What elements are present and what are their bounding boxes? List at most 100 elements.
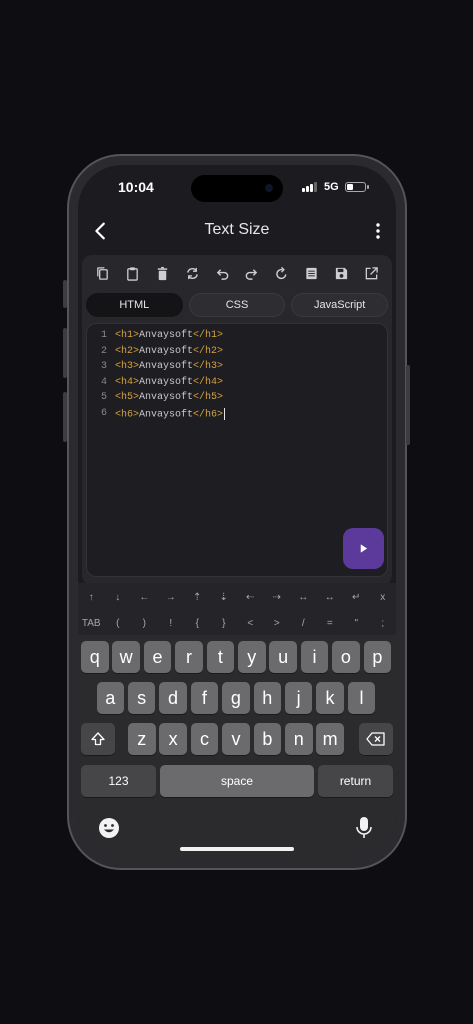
line-number: 5 xyxy=(100,392,107,404)
refresh-icon[interactable] xyxy=(274,265,290,281)
accessory-key[interactable]: } xyxy=(211,618,238,629)
key-e[interactable]: e xyxy=(143,641,172,673)
accessory-key[interactable]: { xyxy=(184,618,211,629)
key-r[interactable]: r xyxy=(175,641,203,673)
tab-html[interactable]: HTML xyxy=(86,293,183,317)
copy-icon[interactable] xyxy=(95,265,111,281)
key-c[interactable]: c xyxy=(190,723,219,755)
key-u[interactable]: u xyxy=(269,641,297,673)
code-text: Anvaysoft xyxy=(139,330,194,341)
key-s[interactable]: s xyxy=(127,682,156,714)
key-a[interactable]: a xyxy=(96,682,124,714)
backspace-key[interactable] xyxy=(359,723,393,755)
accessory-key[interactable]: TAB xyxy=(78,618,105,629)
accessory-key[interactable]: " xyxy=(343,618,370,629)
key-z[interactable]: z xyxy=(128,723,156,755)
line-number: 3 xyxy=(100,361,107,373)
key-o[interactable]: o xyxy=(332,641,360,673)
accessory-key[interactable]: ! xyxy=(158,618,185,629)
accessory-key[interactable]: ↔ xyxy=(290,592,317,603)
key-t[interactable]: t xyxy=(206,641,235,673)
accessory-key[interactable]: ↵ xyxy=(343,592,370,603)
emoji-icon[interactable] xyxy=(98,817,120,839)
key-g[interactable]: g xyxy=(222,682,250,714)
space-key[interactable]: space xyxy=(160,765,314,797)
editor-card: HTML CSS JavaScript 1 <h1>Anvaysoft</h1> … xyxy=(82,255,392,585)
signal-icon xyxy=(302,182,317,192)
action-button xyxy=(63,280,67,308)
accessory-key[interactable]: ↔ xyxy=(317,592,344,603)
key-x[interactable]: x xyxy=(159,723,187,755)
more-vert-icon[interactable] xyxy=(368,220,388,242)
key-p[interactable]: p xyxy=(363,641,392,673)
accessory-row-arrows: ↑ ↓ ← → ⇡ ⇣ ⇠ ⇢ ↔ ↔ ↵ x xyxy=(78,584,396,610)
accessory-key[interactable]: = xyxy=(317,618,344,629)
numbers-key[interactable]: 123 xyxy=(81,765,156,797)
accessory-key[interactable]: → xyxy=(158,592,185,603)
run-button[interactable] xyxy=(343,528,384,569)
key-f[interactable]: f xyxy=(190,682,219,714)
key-m[interactable]: m xyxy=(316,723,344,755)
key-n[interactable]: n xyxy=(285,723,313,755)
key-v[interactable]: v xyxy=(222,723,250,755)
key-b[interactable]: b xyxy=(253,723,282,755)
clipboard-icon[interactable] xyxy=(125,265,141,281)
accessory-bar: ↑ ↓ ← → ⇡ ⇣ ⇠ ⇢ ↔ ↔ ↵ x TAB()!{} < > / = "; xyxy=(78,583,396,635)
code-line: 2 <h2>Anvaysoft</h2> xyxy=(87,346,387,362)
accessory-key[interactable]: ⇢ xyxy=(264,592,291,603)
shift-icon xyxy=(91,732,105,746)
code-line: 5 <h5>Anvaysoft</h5> xyxy=(87,392,387,408)
accessory-key[interactable]: x xyxy=(370,592,397,603)
keyboard: q w e r t y u i o p a s d f g h j k l z x c v b n m 123 space return xyxy=(78,635,396,859)
accessory-key[interactable]: < xyxy=(237,618,264,629)
key-y[interactable]: y xyxy=(238,641,266,673)
replace-icon[interactable] xyxy=(184,265,200,281)
accessory-key[interactable]: ⇠ xyxy=(237,592,264,603)
backspace-icon xyxy=(366,732,385,746)
key-q[interactable]: q xyxy=(81,641,109,673)
tab-css[interactable]: CSS xyxy=(188,293,286,317)
microphone-icon[interactable] xyxy=(355,816,373,840)
code-line: 4 <h4>Anvaysoft</h4> xyxy=(87,377,387,393)
return-key[interactable]: return xyxy=(318,765,393,797)
shift-key[interactable] xyxy=(81,723,115,755)
save-icon[interactable] xyxy=(333,265,349,281)
tab-javascript[interactable]: JavaScript xyxy=(291,293,389,317)
key-i[interactable]: i xyxy=(300,641,329,673)
accessory-row-symbols: TAB()!{} < > / = "; xyxy=(78,610,396,636)
accessory-key[interactable]: ↑ xyxy=(78,592,105,603)
status-bar: 10:04 5G xyxy=(78,165,396,211)
accessory-key[interactable]: ← xyxy=(131,592,158,603)
trash-icon[interactable] xyxy=(154,265,170,281)
redo-icon[interactable] xyxy=(244,265,260,281)
code-close-tag: </h3> xyxy=(193,361,224,373)
key-h[interactable]: h xyxy=(253,682,281,714)
key-j[interactable]: j xyxy=(284,682,313,714)
accessory-key[interactable]: / xyxy=(290,618,317,629)
home-indicator xyxy=(180,847,294,851)
accessory-key[interactable]: ( xyxy=(105,618,132,629)
line-number: 2 xyxy=(100,345,107,357)
power-button xyxy=(406,365,410,445)
accessory-key[interactable]: ⇡ xyxy=(184,592,211,603)
accessory-key[interactable]: > xyxy=(264,618,291,629)
accessory-key[interactable]: ⇣ xyxy=(211,592,238,603)
code-close-tag: </h5> xyxy=(193,392,224,404)
key-w[interactable]: w xyxy=(112,641,140,673)
key-d[interactable]: d xyxy=(159,682,187,714)
undo-icon[interactable] xyxy=(214,265,230,281)
open-external-icon[interactable] xyxy=(363,265,379,281)
battery-icon xyxy=(345,182,366,192)
key-k[interactable]: k xyxy=(316,682,344,714)
code-line: 3 <h3>Anvaysoft</h3> xyxy=(87,361,387,377)
code-open-tag: <h1> xyxy=(115,330,140,341)
volume-up-button xyxy=(63,328,67,378)
document-icon[interactable] xyxy=(303,265,319,281)
code-line: 1 <h1>Anvaysoft</h1> xyxy=(87,330,387,346)
accessory-key[interactable]: ; xyxy=(370,618,397,629)
key-l[interactable]: l xyxy=(347,682,376,714)
accessory-key[interactable]: ) xyxy=(131,618,158,629)
accessory-key[interactable]: ↓ xyxy=(105,592,132,603)
network-label: 5G xyxy=(324,181,339,193)
code-open-tag: <h5> xyxy=(115,392,140,404)
